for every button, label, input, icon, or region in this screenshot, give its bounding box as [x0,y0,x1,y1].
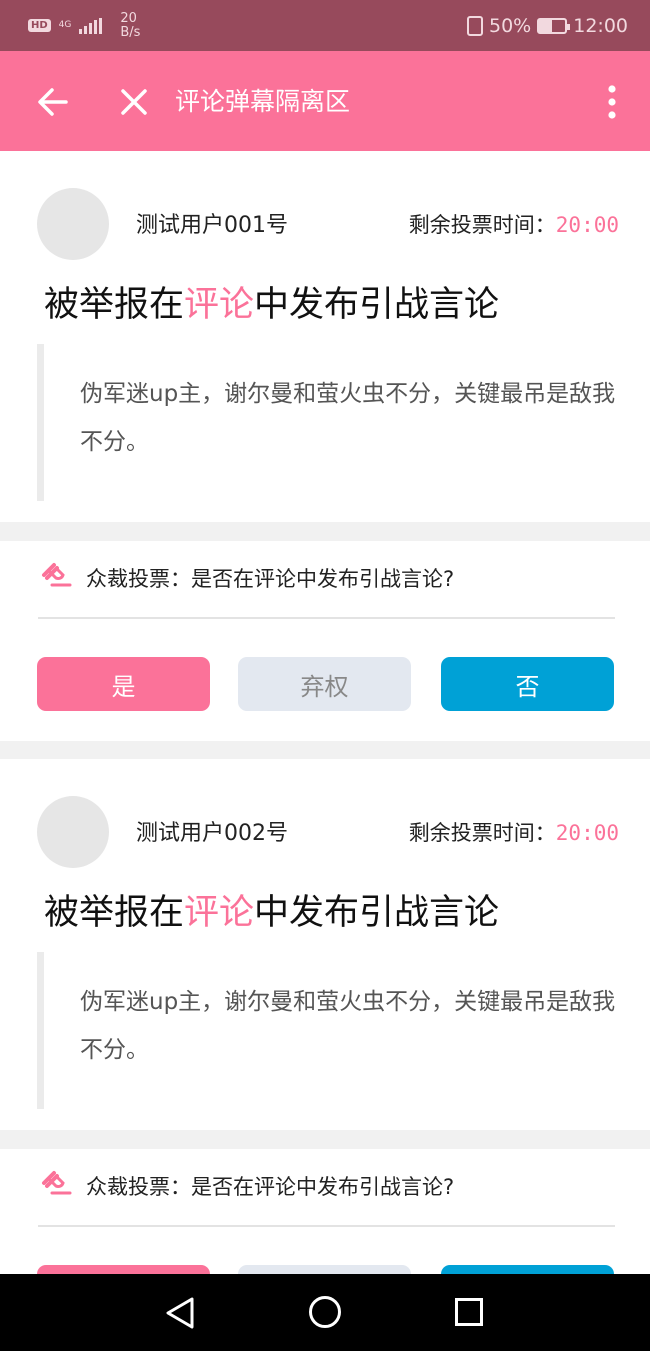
page-title: 评论弹幕隔离区 [175,87,351,116]
headline-highlight: 评论 [184,893,255,933]
clock: 12:00 [573,14,628,37]
gavel-icon [42,563,72,587]
divider [38,1225,615,1227]
square-recents-icon[interactable] [455,1298,483,1326]
vote-card: 众裁投票：是否在评论中发布引战言论? 是 弃权 否 [0,541,650,741]
report-block: 测试用户002号 剩余投票时间：20:00 被举报在评论中发布引战言论 伪军迷u… [0,759,650,1274]
vote-yes-button[interactable]: 是 [37,1265,210,1274]
vote-question: 众裁投票：是否在评论中发布引战言论? [86,567,455,591]
report-headline: 被举报在评论中发布引战言论 [44,893,500,933]
vote-no-button[interactable]: 否 [441,657,614,711]
timer-label: 剩余投票时间： [408,821,556,845]
avatar[interactable] [37,188,109,260]
arrow-left-icon[interactable] [36,85,70,119]
app-bar: 评论弹幕隔离区 [0,51,650,151]
circle-home-icon[interactable] [309,1296,341,1328]
vote-abstain-button[interactable]: 弃权 [238,1265,411,1274]
battery-icon [537,17,571,34]
vote-card: 众裁投票：是否在评论中发布引战言论? 是 弃权 否 [0,1149,650,1274]
timer-value: 20:00 [555,821,619,845]
report-block: 测试用户001号 剩余投票时间：20:00 被举报在评论中发布引战言论 伪军迷u… [0,151,650,741]
status-bar: HD 4G 20 B/s 50% 12:00 [0,0,650,51]
gavel-icon [42,1171,72,1195]
reported-comment-text: 伪军迷up主，谢尔曼和萤火虫不分，关键最吊是敌我不分。 [80,381,616,455]
headline-highlight: 评论 [184,285,255,325]
report-headline: 被举报在评论中发布引战言论 [44,285,500,325]
vibrate-icon [467,15,483,36]
reported-comment: 伪军迷up主，谢尔曼和萤火虫不分，关键最吊是敌我不分。 [37,344,617,501]
divider [38,617,615,619]
avatar[interactable] [37,796,109,868]
report-list[interactable]: 测试用户001号 剩余投票时间：20:00 被举报在评论中发布引战言论 伪军迷u… [0,151,650,1274]
report-card: 测试用户001号 剩余投票时间：20:00 被举报在评论中发布引战言论 伪军迷u… [0,151,650,522]
vote-abstain-button[interactable]: 弃权 [238,657,411,711]
report-card: 测试用户002号 剩余投票时间：20:00 被举报在评论中发布引战言论 伪军迷u… [0,759,650,1130]
timer-label: 剩余投票时间： [408,213,556,237]
network-label: 4G [58,20,72,30]
triangle-back-icon[interactable] [164,1296,196,1330]
timer-value: 20:00 [555,213,619,237]
username[interactable]: 测试用户001号 [136,207,288,239]
reported-comment: 伪军迷up主，谢尔曼和萤火虫不分，关键最吊是敌我不分。 [37,952,617,1109]
vote-yes-button[interactable]: 是 [37,657,210,711]
vote-timer: 剩余投票时间：20:00 [409,209,619,239]
signal-icon [79,17,103,34]
vote-no-button[interactable]: 否 [441,1265,614,1274]
network-speed: 20 B/s [120,10,141,40]
username[interactable]: 测试用户002号 [136,815,288,847]
more-vertical-icon[interactable] [608,85,616,119]
system-nav-bar [0,1274,650,1351]
reported-comment-text: 伪军迷up主，谢尔曼和萤火虫不分，关键最吊是敌我不分。 [80,989,616,1063]
vote-question: 众裁投票：是否在评论中发布引战言论? [86,1175,455,1199]
battery-percent: 50% [489,14,532,37]
close-icon[interactable] [118,86,150,118]
hd-badge: HD [28,19,51,32]
vote-timer: 剩余投票时间：20:00 [409,817,619,847]
